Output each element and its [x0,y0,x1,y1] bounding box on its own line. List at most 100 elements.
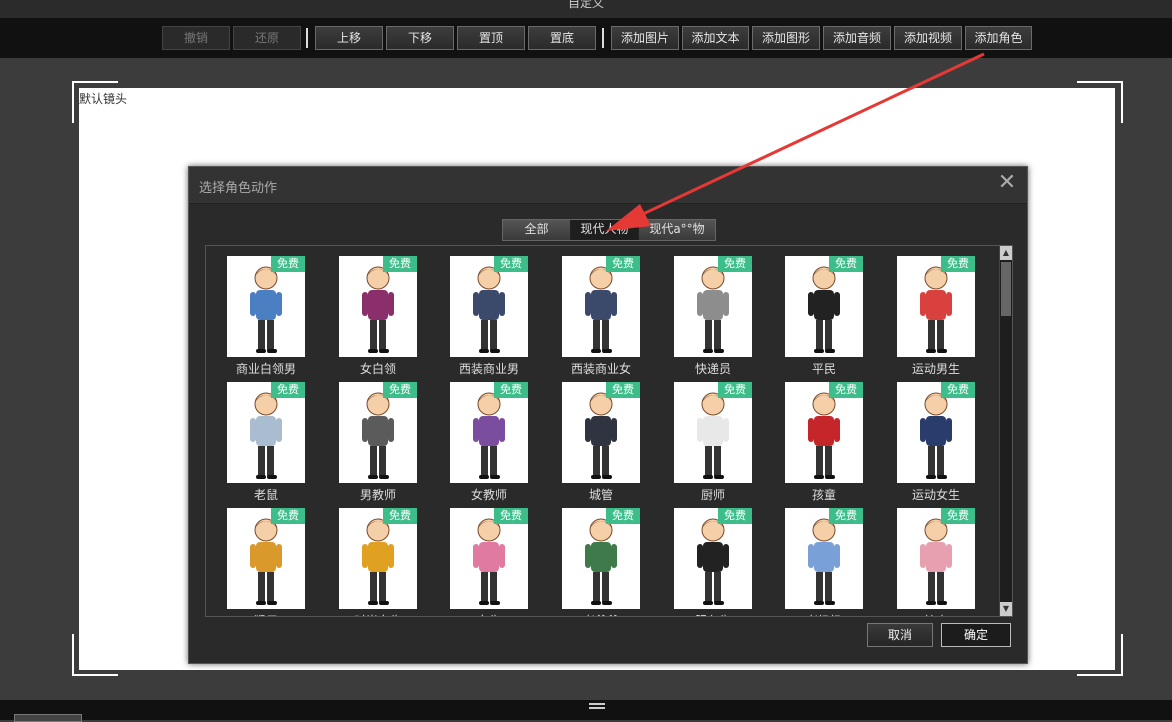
scroll-down-icon[interactable]: ▼ [1000,602,1012,616]
character-name: 护士 [887,612,985,616]
dialog-header: 选择角色动作 ✕ [189,167,1027,204]
send-to-bottom-button[interactable]: 置底 [528,26,596,50]
character-card[interactable]: 免费老奶奶 [785,508,863,616]
character-name: 城管 [588,488,613,502]
character-thumbnail[interactable]: 免费 [674,256,752,357]
category-tabs: 全部 现代人物 现代a°°物 [502,219,716,241]
character-card[interactable]: 免费女生 [450,508,528,616]
tab-modern-people[interactable]: 现代人物 [571,220,639,240]
free-badge: 免费 [383,382,417,398]
character-card[interactable]: 免费 孩童 [785,382,863,502]
character-name: 西装商业男 [458,362,519,376]
free-badge: 免费 [606,256,640,272]
character-name: 运动男生 [911,362,960,376]
character-name: 运动女生 [911,488,960,502]
character-thumbnail[interactable]: 免费 [562,508,640,609]
character-card[interactable]: 免费 平民 [785,256,863,376]
character-card[interactable]: 免费西装商业女 [562,256,640,376]
add-text-button[interactable]: 添加文本 [682,26,749,50]
close-icon[interactable]: ✕ [997,172,1017,194]
free-badge: 免费 [829,382,863,398]
character-name: 老鼠 [253,488,278,502]
character-card[interactable]: 免费女教师 [450,382,528,502]
character-thumbnail[interactable]: 免费 [227,508,305,609]
character-name: 西装商业女 [570,362,631,376]
free-badge: 免费 [941,256,975,272]
frame-corner-bottom-right [1077,634,1123,676]
free-badge: 免费 [718,382,752,398]
ok-button[interactable]: 确定 [941,623,1011,647]
window-titlebar: 自定义 [0,0,1172,18]
character-thumbnail[interactable]: 免费 [562,382,640,483]
free-badge: 免费 [941,382,975,398]
character-thumbnail[interactable]: 免费 [785,256,863,357]
free-badge: 免费 [829,508,863,524]
scroll-up-icon[interactable]: ▲ [1000,246,1012,260]
character-card[interactable]: 免费 厨师 [674,382,752,502]
character-card[interactable]: 免费城管 [562,382,640,502]
toolbar: 撤销 还原 上移 下移 置顶 置底 添加图片 添加文本 添加图形 添加音频 添加… [0,18,1172,58]
character-thumbnail[interactable]: 免费 [785,508,863,609]
character-card[interactable]: 免费猴子 [227,508,305,616]
character-name: 老爷爷 [552,612,650,616]
character-card[interactable]: 免费快递员 [674,256,752,376]
bring-to-top-button[interactable]: 置顶 [457,26,525,50]
character-card[interactable]: 免费 女白领 [339,256,417,376]
character-thumbnail[interactable]: 免费 [339,256,417,357]
character-card[interactable]: 免费运动男生 [897,256,975,376]
character-thumbnail[interactable]: 免费 [674,508,752,609]
character-thumbnail[interactable]: 免费 [450,256,528,357]
add-image-button[interactable]: 添加图片 [611,26,679,50]
free-badge: 免费 [494,256,528,272]
add-audio-button[interactable]: 添加音频 [823,26,891,50]
character-thumbnail[interactable]: 免费 [339,382,417,483]
character-card[interactable]: 免费服务生 [674,508,752,616]
character-thumbnail[interactable]: 免费 [339,508,417,609]
character-thumbnail[interactable]: 免费 [897,382,975,483]
character-card[interactable]: 免费 商业白领男 [227,256,305,376]
add-character-button[interactable]: 添加角色 [965,26,1032,50]
character-name: 女生 [440,612,538,616]
character-thumbnail[interactable]: 免费 [450,382,528,483]
character-thumbnail[interactable]: 免费 [785,382,863,483]
tab-all[interactable]: 全部 [503,220,571,240]
character-thumbnail[interactable]: 免费 [897,256,975,357]
timeline-tab[interactable] [14,714,82,722]
character-thumbnail[interactable]: 免费 [450,508,528,609]
character-thumbnail[interactable]: 免费 [227,256,305,357]
tab-modern-other[interactable]: 现代a°°物 [639,220,715,240]
character-card[interactable]: 免费运动女生 [897,382,975,502]
character-card[interactable]: 免费 男教师 [339,382,417,502]
move-down-button[interactable]: 下移 [386,26,454,50]
redo-button[interactable]: 还原 [233,26,301,50]
character-thumbnail[interactable]: 免费 [227,382,305,483]
scrollbar-thumb[interactable] [1001,262,1011,316]
free-badge: 免费 [829,256,863,272]
frame-corner-top-left [72,81,118,123]
add-video-button[interactable]: 添加视频 [894,26,962,50]
frame-corner-top-right [1077,81,1123,123]
free-badge: 免费 [606,382,640,398]
free-badge: 免费 [606,508,640,524]
cancel-button[interactable]: 取消 [867,623,933,647]
character-name: 女教师 [470,488,507,502]
character-thumbnail[interactable]: 免费 [562,256,640,357]
character-name: 商业白领男 [235,362,296,376]
character-card[interactable]: 免费时尚女生 [339,508,417,616]
free-badge: 免费 [271,382,305,398]
free-badge: 免费 [718,256,752,272]
character-thumbnail[interactable]: 免费 [897,508,975,609]
character-thumbnail[interactable]: 免费 [674,382,752,483]
dialog-title: 选择角色动作 [199,181,278,196]
free-badge: 免费 [494,382,528,398]
undo-button[interactable]: 撤销 [162,26,230,50]
scrollbar[interactable]: ▲ ▼ [999,246,1012,616]
character-card[interactable]: 免费护士 [897,508,975,616]
character-name: 快递员 [694,362,731,376]
resize-grip-icon[interactable] [589,703,605,709]
move-up-button[interactable]: 上移 [315,26,383,50]
character-card[interactable]: 免费西装商业男 [450,256,528,376]
character-card[interactable]: 免费老鼠 [227,382,305,502]
add-shape-button[interactable]: 添加图形 [752,26,820,50]
character-card[interactable]: 免费老爷爷 [562,508,640,616]
